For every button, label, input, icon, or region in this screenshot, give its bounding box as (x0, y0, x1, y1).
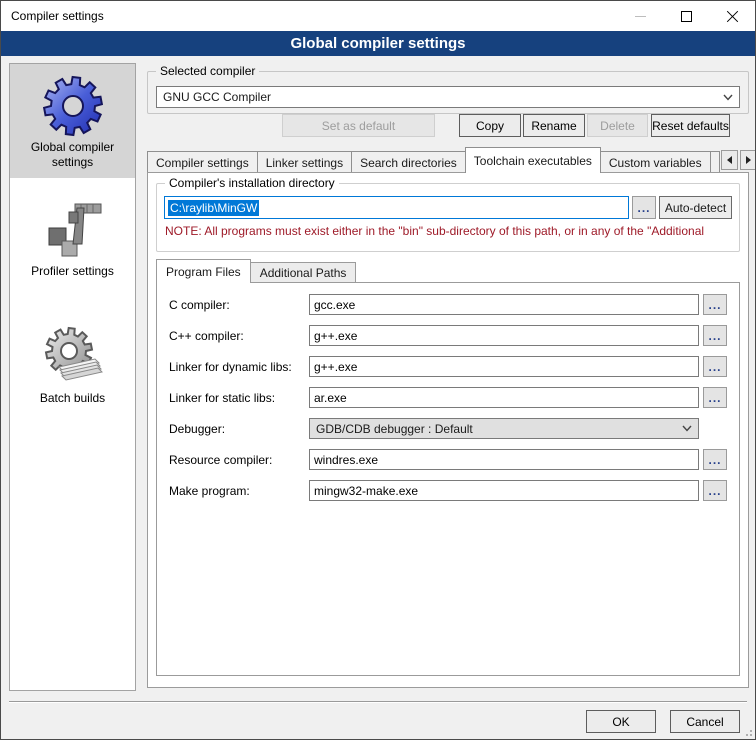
cpp-compiler-input[interactable] (309, 325, 699, 346)
footer-buttons: OK Cancel (586, 710, 740, 733)
resource-compiler-browse-button[interactable]: ... (703, 449, 727, 470)
debugger-label: Debugger: (169, 422, 309, 436)
gear-blue-icon (41, 74, 105, 138)
static-linker-browse-button[interactable]: ... (703, 387, 727, 408)
make-program-label: Make program: (169, 484, 309, 498)
compiler-action-row: Set as default Copy Rename Delete Reset … (147, 114, 749, 137)
tab-build-options[interactable]: Build (710, 151, 720, 173)
maximize-icon (681, 11, 692, 22)
cpp-compiler-label: C++ compiler: (169, 329, 309, 343)
tab-scroll-left-button[interactable] (721, 150, 738, 170)
settings-tabstrip: Compiler settings Linker settings Search… (147, 147, 749, 173)
gear-stack-icon (41, 325, 105, 389)
tab-toolchain-executables[interactable]: Toolchain executables (465, 147, 601, 173)
program-files-tabstrip: Program Files Additional Paths (156, 259, 355, 283)
field-row-make-program: Make program: ... (169, 480, 727, 501)
page-title: Global compiler settings (1, 31, 755, 56)
rename-button[interactable]: Rename (523, 114, 585, 137)
installation-dir-value: C:\raylib\MinGW (168, 200, 259, 216)
resource-compiler-label: Resource compiler: (169, 453, 309, 467)
delete-button[interactable]: Delete (587, 114, 648, 137)
field-row-static-linker: Linker for static libs: ... (169, 387, 727, 408)
tab-custom-variables[interactable]: Custom variables (600, 151, 711, 173)
dynamic-linker-browse-button[interactable]: ... (703, 356, 727, 377)
arrow-left-icon (723, 156, 732, 164)
make-program-browse-button[interactable]: ... (703, 480, 727, 501)
minimize-button[interactable] (617, 1, 663, 31)
tab-compiler-settings[interactable]: Compiler settings (147, 151, 258, 173)
installation-dir-input[interactable]: C:\raylib\MinGW (164, 196, 629, 219)
field-row-resource-compiler: Resource compiler: ... (169, 449, 727, 470)
sidebar-item-batch-builds[interactable]: Batch builds (10, 315, 135, 414)
installation-directory-group-label: Compiler's installation directory (165, 176, 339, 190)
resource-compiler-input[interactable] (309, 449, 699, 470)
resize-grip[interactable] (742, 726, 752, 736)
c-compiler-browse-button[interactable]: ... (703, 294, 727, 315)
tab-search-directories[interactable]: Search directories (351, 151, 466, 173)
tab-scroll-right-button[interactable] (740, 150, 756, 170)
ok-button[interactable]: OK (586, 710, 656, 733)
field-row-cpp-compiler: C++ compiler: ... (169, 325, 727, 346)
c-compiler-label: C compiler: (169, 298, 309, 312)
installation-dir-browse-button[interactable]: ... (632, 196, 656, 219)
selected-compiler-group-label: Selected compiler (156, 64, 259, 78)
sidebar-item-label: Global compiler settings (12, 140, 133, 170)
sidebar-item-global-compiler-settings[interactable]: Global compiler settings (10, 64, 135, 178)
chevron-down-icon (682, 425, 692, 432)
c-compiler-input[interactable] (309, 294, 699, 315)
bin-note-text: NOTE: All programs must exist either in … (165, 224, 735, 238)
cancel-button[interactable]: Cancel (670, 710, 740, 733)
minimize-icon (635, 16, 646, 17)
chevron-down-icon (723, 94, 733, 101)
settings-sidebar: Global compiler settings Profiler settin… (9, 63, 136, 691)
sidebar-item-profiler-settings[interactable]: Profiler settings (10, 188, 135, 287)
sidebar-item-label: Batch builds (12, 391, 133, 406)
selected-compiler-group: Selected compiler GNU GCC Compiler (147, 71, 749, 114)
program-files-page: C compiler: ... C++ compiler: ... Linker… (156, 282, 740, 676)
arrow-right-icon (746, 156, 755, 164)
footer-divider (9, 701, 747, 703)
cpp-compiler-browse-button[interactable]: ... (703, 325, 727, 346)
close-button[interactable] (709, 1, 755, 31)
copy-button[interactable]: Copy (459, 114, 521, 137)
compiler-select[interactable]: GNU GCC Compiler (156, 86, 740, 108)
toolchain-executables-page: Compiler's installation directory C:\ray… (147, 172, 749, 688)
field-row-dynamic-linker: Linker for dynamic libs: ... (169, 356, 727, 377)
installation-directory-group: Compiler's installation directory C:\ray… (156, 183, 740, 252)
make-program-input[interactable] (309, 480, 699, 501)
main-panel: Selected compiler GNU GCC Compiler Set a… (147, 63, 750, 739)
field-row-debugger: Debugger: GDB/CDB debugger : Default (169, 418, 727, 439)
compiler-select-value: GNU GCC Compiler (163, 90, 723, 104)
close-icon (726, 10, 739, 23)
static-linker-label: Linker for static libs: (169, 391, 309, 405)
auto-detect-button[interactable]: Auto-detect (659, 196, 732, 219)
debugger-select[interactable]: GDB/CDB debugger : Default (309, 418, 699, 439)
caliper-icon (41, 198, 105, 262)
dynamic-linker-input[interactable] (309, 356, 699, 377)
compiler-settings-dialog: Compiler settings Global compiler settin… (0, 0, 756, 740)
reset-defaults-button[interactable]: Reset defaults (651, 114, 730, 137)
debugger-select-value: GDB/CDB debugger : Default (316, 422, 682, 436)
field-row-c-compiler: C compiler: ... (169, 294, 727, 315)
subtab-program-files[interactable]: Program Files (156, 259, 251, 283)
window-title: Compiler settings (1, 9, 617, 23)
maximize-button[interactable] (663, 1, 709, 31)
sidebar-item-label: Profiler settings (12, 264, 133, 279)
tab-linker-settings[interactable]: Linker settings (257, 151, 352, 173)
titlebar: Compiler settings (1, 1, 755, 31)
static-linker-input[interactable] (309, 387, 699, 408)
set-as-default-button[interactable]: Set as default (282, 114, 435, 137)
dynamic-linker-label: Linker for dynamic libs: (169, 360, 309, 374)
subtab-additional-paths[interactable]: Additional Paths (250, 262, 357, 283)
